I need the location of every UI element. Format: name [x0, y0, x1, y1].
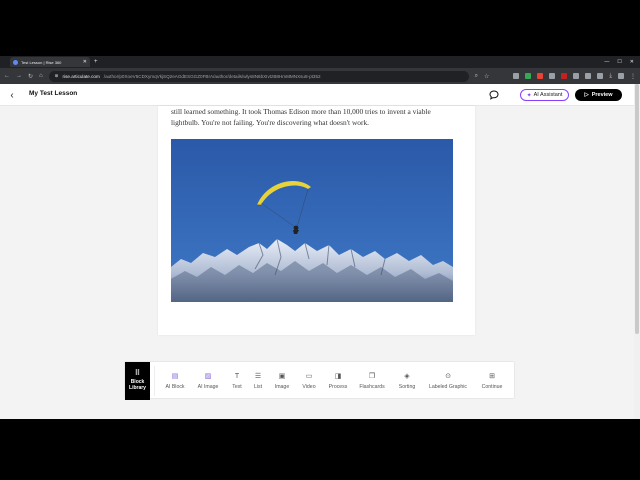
paraglider-mountains-photo: [171, 139, 453, 302]
ai-assistant-button[interactable]: ✦ AI Assistant: [520, 89, 569, 101]
browser-tab-strip: Test Lesson | Rise 360 ✕ + — ☐ ✕: [0, 56, 640, 68]
extension-icon[interactable]: [537, 73, 544, 79]
tool-label: Continue: [481, 383, 503, 390]
tool-label: Text: [232, 383, 242, 390]
block-toolbar: ⠿ Block Library ▤ AI Block ▨ AI Image T …: [124, 361, 515, 400]
back-nav-icon[interactable]: ←: [4, 73, 10, 79]
tool-label: AI Image: [197, 383, 219, 390]
lesson-title: My Test Lesson: [29, 90, 78, 97]
bookmark-star-icon[interactable]: ☆: [484, 73, 489, 80]
comment-icon[interactable]: [488, 89, 500, 101]
paragraph-block[interactable]: still learned something. It took Thomas …: [171, 106, 461, 128]
tool-label: Labeled Graphic: [428, 383, 468, 390]
site-info-icon[interactable]: ⊜: [55, 73, 59, 79]
window-controls: — ☐ ✕: [604, 59, 634, 65]
new-tab-icon[interactable]: +: [94, 59, 98, 65]
list-icon: ☰: [254, 372, 262, 380]
tool-labeled-graphic[interactable]: ⊙ Labeled Graphic: [426, 362, 470, 400]
video-icon: ▭: [305, 372, 313, 380]
ai-block-icon: ▤: [171, 372, 179, 380]
zoom-icon[interactable]: ⌕: [475, 73, 478, 80]
tool-sorting[interactable]: ◈ Sorting: [395, 362, 419, 400]
tool-ai-block[interactable]: ▤ AI Block: [163, 362, 187, 400]
profile-icon[interactable]: [597, 73, 604, 79]
tab-title: Test Lesson | Rise 360: [21, 59, 62, 65]
tool-process[interactable]: ◨ Process: [326, 362, 350, 400]
page-scrollbar[interactable]: [634, 84, 640, 419]
tab-favicon-icon: [13, 59, 18, 65]
extension-icon[interactable]: [561, 73, 568, 79]
tool-label: Image: [274, 383, 290, 390]
extensions-area: ⤓ ⋮: [513, 73, 636, 80]
preview-label: Preview: [591, 92, 613, 98]
browser-toolbar: ← → ↻ ⌂ ⊜ rise.articulate.com/author/p0X…: [0, 68, 640, 84]
tool-label: Flashcards: [359, 383, 385, 390]
reload-icon[interactable]: ↻: [28, 73, 33, 80]
window-close-icon[interactable]: ✕: [630, 59, 634, 65]
image-block[interactable]: [171, 139, 453, 302]
grid-icon: ⠿: [134, 370, 141, 377]
process-icon: ◨: [334, 372, 342, 380]
extension-icon[interactable]: [549, 73, 556, 79]
ai-assistant-label: AI Assistant: [533, 92, 563, 98]
account-avatar[interactable]: [618, 73, 624, 79]
tool-list[interactable]: ☰ List: [251, 362, 265, 400]
screen: Test Lesson | Rise 360 ✕ + — ☐ ✕ ← → ↻ ⌂…: [0, 0, 640, 480]
preview-button[interactable]: ▷ Preview: [575, 89, 622, 101]
tool-continue[interactable]: ⊞ Continue: [478, 362, 506, 400]
extension-icon[interactable]: [513, 73, 520, 79]
puzzle-icon[interactable]: [585, 73, 592, 79]
lesson-page: still learned something. It took Thomas …: [158, 106, 475, 335]
tool-label: Sorting: [398, 383, 416, 390]
image-icon: ▣: [278, 372, 286, 380]
tool-flashcards[interactable]: ❐ Flashcards: [357, 362, 387, 400]
toolbar-divider: [154, 366, 155, 396]
url-path: /author/p0XoeV5CDXymqVkjSQ2eAGdESGGZ0FBr…: [103, 73, 321, 79]
tool-video[interactable]: ▭ Video: [300, 362, 318, 400]
editor-header: ‹ My Test Lesson ✦ AI Assistant ▷ Previe…: [0, 84, 640, 106]
tool-image[interactable]: ▣ Image: [272, 362, 292, 400]
ai-image-icon: ▨: [204, 372, 212, 380]
sparkle-icon: ✦: [526, 92, 532, 99]
download-icon[interactable]: ⤓: [609, 73, 612, 80]
text-icon: T: [234, 372, 240, 380]
block-library-button[interactable]: ⠿ Block Library: [125, 362, 150, 400]
tool-label: AI Block: [165, 383, 185, 390]
forward-nav-icon[interactable]: →: [16, 73, 22, 79]
flashcards-icon: ❐: [368, 372, 376, 380]
scrollbar-thumb[interactable]: [635, 84, 639, 334]
play-icon: ▷: [584, 92, 589, 98]
block-library-label: Block Library: [129, 379, 146, 391]
back-icon[interactable]: ‹: [6, 88, 18, 102]
sorting-icon: ◈: [404, 372, 410, 380]
tool-label: Process: [328, 383, 348, 390]
menu-dots-icon[interactable]: ⋮: [630, 73, 636, 80]
address-bar[interactable]: ⊜ rise.articulate.com/author/p0XoeV5CDXy…: [48, 70, 469, 82]
extension-icon[interactable]: [573, 73, 580, 79]
tool-label: List: [253, 383, 263, 390]
tool-text[interactable]: T Text: [229, 362, 245, 400]
extension-icon[interactable]: [525, 73, 532, 79]
url-host: rise.articulate.com: [62, 73, 100, 79]
tab-close-icon[interactable]: ✕: [83, 59, 87, 65]
labeled-graphic-icon: ⊙: [445, 372, 451, 380]
home-icon[interactable]: ⌂: [39, 73, 43, 79]
minimize-icon[interactable]: —: [604, 59, 609, 65]
tool-ai-image[interactable]: ▨ AI Image: [195, 362, 221, 400]
continue-icon: ⊞: [489, 372, 495, 380]
maximize-icon[interactable]: ☐: [617, 59, 621, 65]
tool-label: Video: [302, 383, 316, 390]
browser-tab[interactable]: Test Lesson | Rise 360 ✕: [10, 57, 90, 67]
